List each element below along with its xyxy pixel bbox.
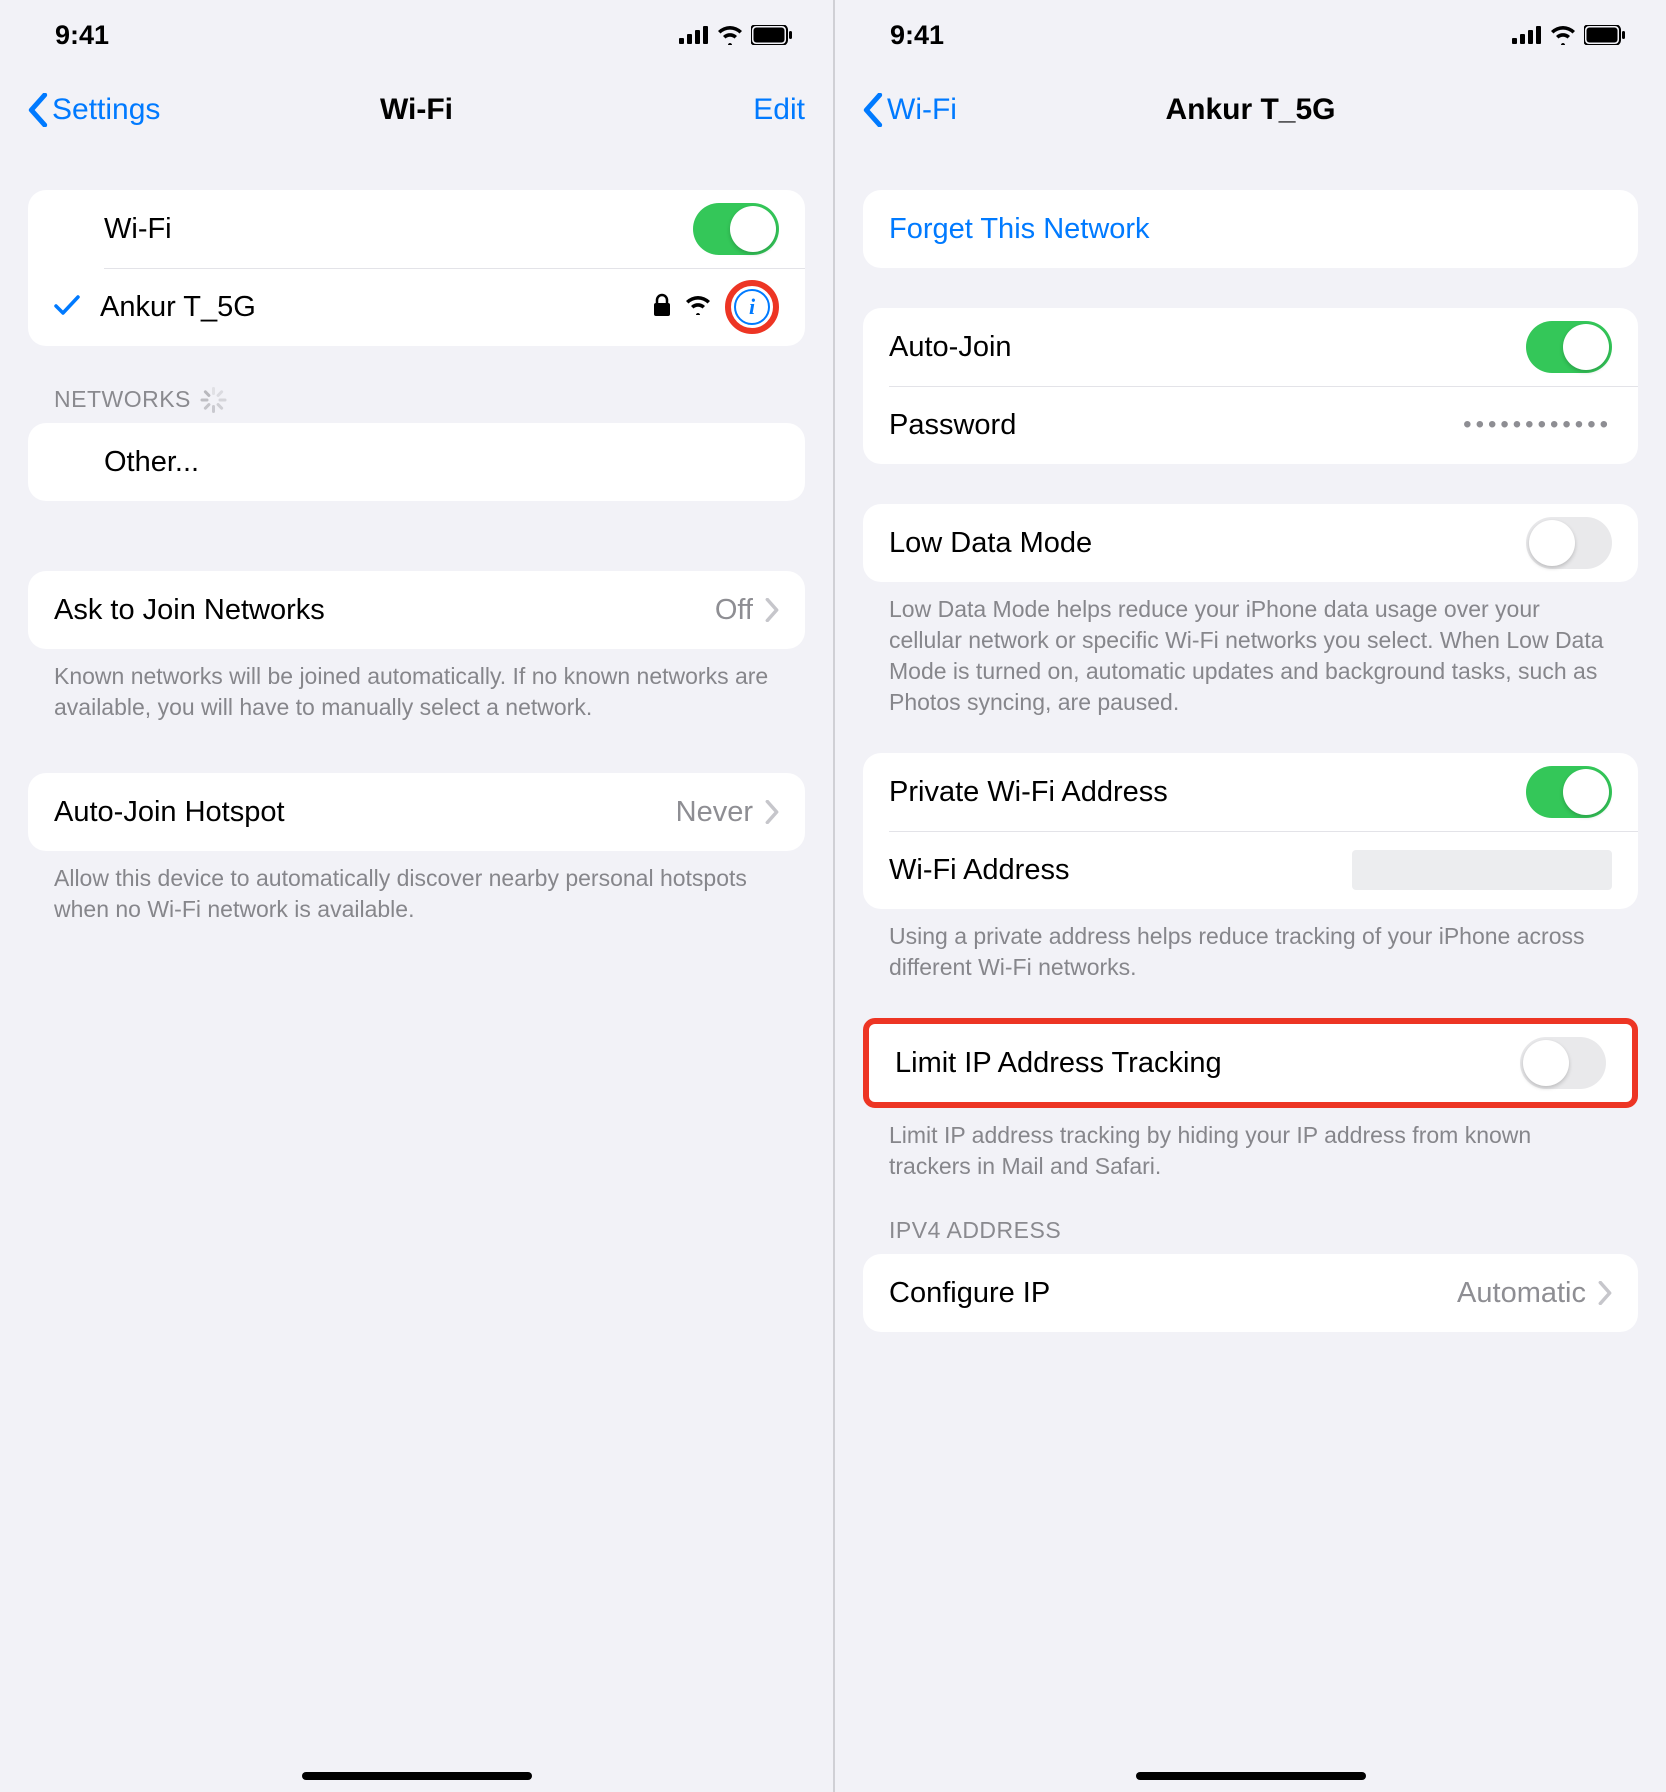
info-button-highlight[interactable]: i xyxy=(725,280,779,334)
wifi-toggle[interactable] xyxy=(693,203,779,255)
info-icon: i xyxy=(734,289,770,325)
limit-ip-tracking-toggle[interactable] xyxy=(1520,1037,1606,1089)
back-label: Settings xyxy=(52,93,160,127)
status-bar: 9:41 xyxy=(835,0,1666,70)
wifi-detail-screen: 9:41 Wi-Fi Ankur T_5G Forget This Networ… xyxy=(833,0,1666,1792)
private-wifi-label: Private Wi-Fi Address xyxy=(889,776,1168,809)
configure-ip-row[interactable]: Configure IP Automatic xyxy=(863,1254,1638,1332)
status-icons xyxy=(1512,25,1626,45)
status-icons xyxy=(679,25,793,45)
cellular-icon xyxy=(1512,26,1542,44)
page-title: Ankur T_5G xyxy=(835,93,1666,127)
wifi-label: Wi-Fi xyxy=(104,213,172,246)
nav-bar: Wi-Fi Ankur T_5G xyxy=(835,70,1666,150)
auto-join-hotspot-row[interactable]: Auto-Join Hotspot Never xyxy=(28,773,805,851)
low-data-mode-toggle[interactable] xyxy=(1526,517,1612,569)
wifi-address-value-redacted xyxy=(1352,850,1612,890)
home-indicator[interactable] xyxy=(1136,1772,1366,1780)
other-network-row[interactable]: Other... xyxy=(28,423,805,501)
ask-to-join-label: Ask to Join Networks xyxy=(54,594,325,627)
back-button[interactable]: Settings xyxy=(28,93,160,127)
auto-join-hotspot-footer: Allow this device to automatically disco… xyxy=(28,851,805,925)
forget-network-row[interactable]: Forget This Network xyxy=(863,190,1638,268)
chevron-left-icon xyxy=(863,93,883,127)
password-label: Password xyxy=(889,409,1016,442)
chevron-left-icon xyxy=(28,93,48,127)
home-indicator[interactable] xyxy=(302,1772,532,1780)
configure-ip-label: Configure IP xyxy=(889,1277,1050,1310)
battery-icon xyxy=(1584,25,1626,45)
back-label: Wi-Fi xyxy=(887,93,957,127)
back-button[interactable]: Wi-Fi xyxy=(863,93,957,127)
wifi-icon xyxy=(717,25,743,45)
password-row[interactable]: Password •••••••••••• xyxy=(863,386,1638,464)
chevron-right-icon xyxy=(765,598,779,622)
auto-join-row[interactable]: Auto-Join xyxy=(863,308,1638,386)
cellular-icon xyxy=(679,26,709,44)
status-bar: 9:41 xyxy=(0,0,833,70)
configure-ip-value: Automatic xyxy=(1457,1277,1586,1310)
limit-ip-tracking-label: Limit IP Address Tracking xyxy=(895,1047,1222,1080)
password-value: •••••••••••• xyxy=(1463,411,1612,439)
limit-ip-tracking-footer: Limit IP address tracking by hiding your… xyxy=(863,1108,1638,1182)
low-data-mode-footer: Low Data Mode helps reduce your iPhone d… xyxy=(863,582,1638,718)
chevron-right-icon xyxy=(1598,1281,1612,1305)
auto-join-label: Auto-Join xyxy=(889,331,1012,364)
private-wifi-toggle[interactable] xyxy=(1526,766,1612,818)
wifi-address-row: Wi-Fi Address xyxy=(863,831,1638,909)
private-wifi-footer: Using a private address helps reduce tra… xyxy=(863,909,1638,983)
low-data-mode-label: Low Data Mode xyxy=(889,527,1092,560)
connected-network-row[interactable]: Ankur T_5G i xyxy=(28,268,805,346)
other-label: Other... xyxy=(104,446,199,479)
wifi-address-label: Wi-Fi Address xyxy=(889,854,1069,887)
private-wifi-row[interactable]: Private Wi-Fi Address xyxy=(863,753,1638,831)
edit-button[interactable]: Edit xyxy=(753,93,805,127)
spinner-icon xyxy=(201,387,227,413)
wifi-toggle-card: Wi-Fi Ankur T_5G i xyxy=(28,190,805,346)
nav-bar: Settings Wi-Fi Edit xyxy=(0,70,833,150)
auto-join-hotspot-label: Auto-Join Hotspot xyxy=(54,796,285,829)
low-data-mode-row[interactable]: Low Data Mode xyxy=(863,504,1638,582)
lock-icon xyxy=(653,293,671,322)
status-time: 9:41 xyxy=(55,20,109,51)
battery-icon xyxy=(751,25,793,45)
checkmark-icon xyxy=(54,294,82,321)
status-time: 9:41 xyxy=(890,20,944,51)
auto-join-hotspot-value: Never xyxy=(676,796,753,829)
ask-to-join-value: Off xyxy=(715,594,753,627)
wifi-signal-icon xyxy=(685,295,711,320)
chevron-right-icon xyxy=(765,800,779,824)
ipv4-header: IPV4 ADDRESS xyxy=(863,1217,1638,1254)
connected-network-name: Ankur T_5G xyxy=(100,291,256,324)
ask-to-join-row[interactable]: Ask to Join Networks Off xyxy=(28,571,805,649)
networks-header: NETWORKS xyxy=(28,386,805,423)
wifi-icon xyxy=(1550,25,1576,45)
limit-ip-tracking-row[interactable]: Limit IP Address Tracking xyxy=(869,1024,1632,1102)
forget-network-label: Forget This Network xyxy=(889,213,1150,246)
ask-to-join-footer: Known networks will be joined automatica… xyxy=(28,649,805,723)
wifi-toggle-row[interactable]: Wi-Fi xyxy=(28,190,805,268)
wifi-settings-screen: 9:41 Settings Wi-Fi Edit Wi-Fi Ankur T_5… xyxy=(0,0,833,1792)
auto-join-toggle[interactable] xyxy=(1526,321,1612,373)
